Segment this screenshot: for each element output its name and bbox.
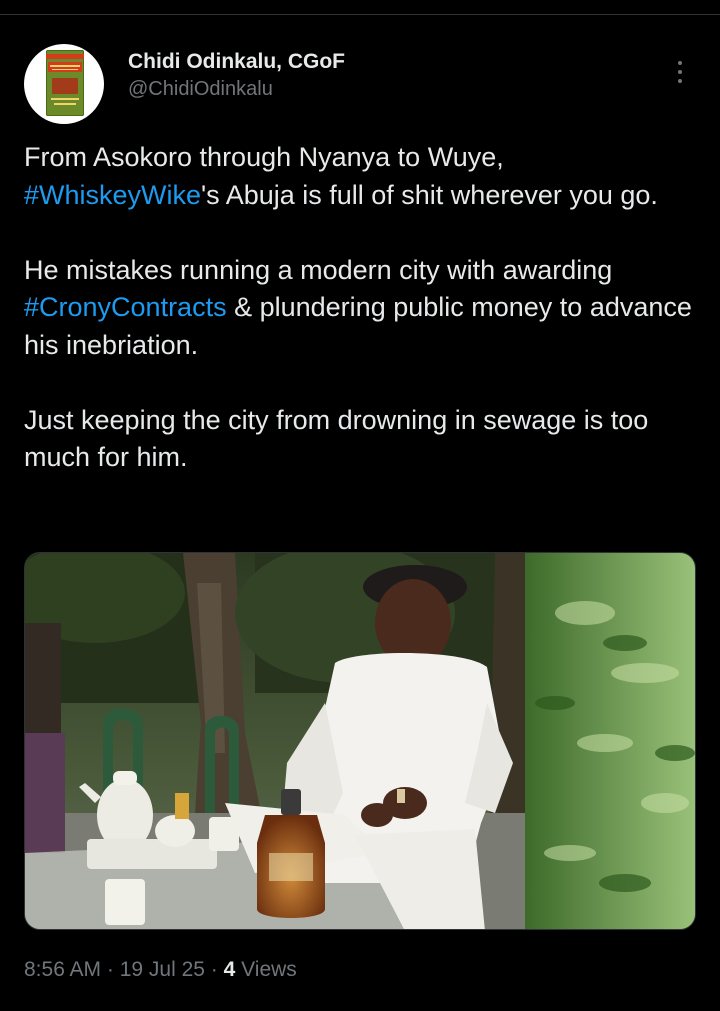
user-handle[interactable]: @ChidiOdinkalu: [128, 76, 345, 102]
more-vertical-icon: [678, 61, 682, 65]
hashtag-cronycontracts[interactable]: #CronyContracts: [24, 292, 227, 322]
tweet-photo[interactable]: [24, 552, 696, 930]
tweet-date[interactable]: 19 Jul 25: [120, 958, 205, 981]
avatar[interactable]: [24, 44, 104, 124]
more-options-button[interactable]: [664, 56, 696, 88]
tweet-time[interactable]: 8:56 AM: [24, 958, 101, 981]
views-label: Views: [235, 958, 297, 981]
book-cover-image: [46, 50, 84, 116]
display-name[interactable]: Chidi Odinkalu, CGoF: [128, 48, 345, 76]
tweet-paragraph-3: Just keeping the city from drowning in s…: [24, 404, 649, 473]
views-count[interactable]: 4: [224, 958, 236, 981]
user-block: Chidi Odinkalu, CGoF @ChidiOdinkalu: [128, 48, 345, 102]
top-divider: [0, 14, 720, 15]
hashtag-whiskeywike[interactable]: #WhiskeyWike: [24, 180, 201, 210]
tweet-paragraph-1: From Asokoro through Nyanya to Wuye, #Wh…: [24, 142, 658, 210]
tweet-meta: 8:56 AM · 19 Jul 25 · 4 Views: [24, 958, 297, 981]
tweet-paragraph-2: He mistakes running a modern city with a…: [24, 254, 692, 360]
tweet-text: From Asokoro through Nyanya to Wuye, #Wh…: [24, 139, 696, 477]
